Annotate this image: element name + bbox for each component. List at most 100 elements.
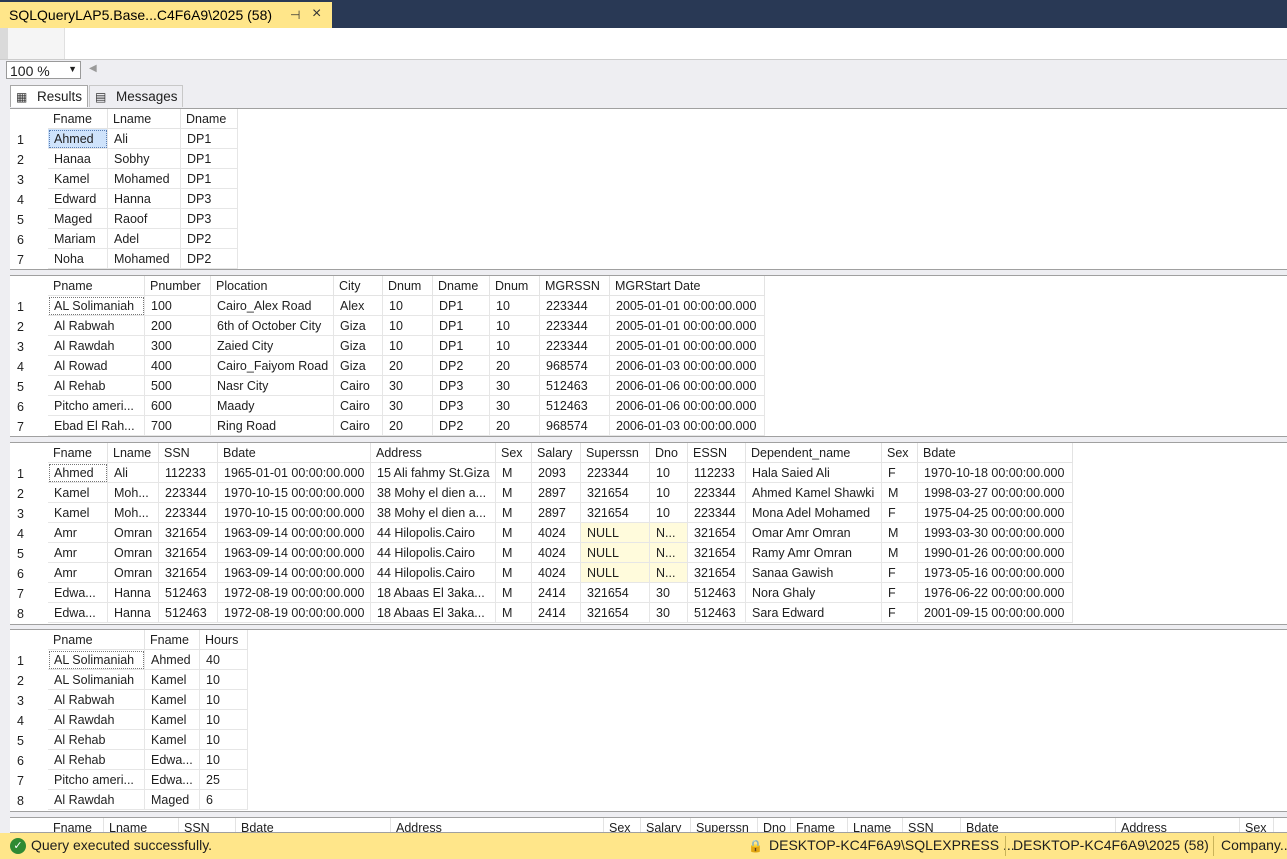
result-grid[interactable]: Fname Lname SSN Bdate Address Sex Salary Supers… — [10, 817, 1287, 833]
table-cell[interactable]: M — [882, 523, 918, 543]
table-cell[interactable]: 321654 — [581, 503, 650, 523]
table-cell[interactable]: Hanna — [108, 603, 159, 623]
column-header[interactable]: Bdate — [961, 818, 1116, 832]
table-cell[interactable]: 38 Mohy el dien a... — [371, 503, 496, 523]
column-header[interactable]: Dname — [433, 276, 490, 296]
table-cell[interactable]: Moh... — [108, 483, 159, 503]
table-cell[interactable]: 2006-01-06 00:00:00.000 — [610, 396, 765, 416]
result-grid[interactable]: Fname Lname SSN Bdate Address Sex Salary Supers… — [10, 442, 1287, 625]
row-number[interactable]: 7 — [10, 416, 47, 436]
table-cell[interactable]: 1970-10-18 00:00:00.000 — [918, 463, 1073, 483]
result-grid[interactable]: Pname Pnumber Plocation City Dnum Dname Dnum MG… — [10, 275, 1287, 437]
table-cell[interactable]: 30 — [650, 583, 688, 603]
table-cell[interactable]: F — [882, 463, 918, 483]
table-cell[interactable]: M — [882, 483, 918, 503]
table-cell[interactable]: 10 — [650, 483, 688, 503]
table-cell[interactable]: 512463 — [540, 376, 610, 396]
table-cell[interactable]: Noha — [48, 249, 108, 269]
table-cell[interactable]: Mariam — [48, 229, 108, 249]
table-cell[interactable]: Ramy Amr Omran — [746, 543, 882, 563]
table-cell[interactable]: Hala Saied Ali — [746, 463, 882, 483]
column-header[interactable]: Sex — [882, 443, 918, 463]
table-cell[interactable]: 20 — [490, 356, 540, 376]
table-cell[interactable]: Edwa... — [48, 583, 108, 603]
table-cell[interactable]: Alex — [334, 296, 383, 316]
column-header[interactable]: Lname — [108, 443, 159, 463]
table-cell[interactable]: 321654 — [159, 543, 218, 563]
table-cell[interactable]: Omran — [108, 543, 159, 563]
table-cell[interactable]: Sobhy — [108, 149, 181, 169]
table-cell[interactable]: 2005-01-01 00:00:00.000 — [610, 296, 765, 316]
table-cell[interactable]: NULL — [581, 563, 650, 583]
table-cell[interactable]: DP1 — [181, 169, 238, 189]
table-cell[interactable]: F — [882, 583, 918, 603]
table-cell[interactable]: Mona Adel Mohamed — [746, 503, 882, 523]
table-cell[interactable]: 1976-06-22 00:00:00.000 — [918, 583, 1073, 603]
table-cell[interactable]: 321654 — [159, 523, 218, 543]
table-cell[interactable]: 512463 — [159, 603, 218, 623]
table-cell[interactable]: 223344 — [688, 483, 746, 503]
table-cell[interactable]: 4024 — [532, 563, 581, 583]
table-cell[interactable]: 321654 — [581, 583, 650, 603]
table-cell[interactable]: Ahmed — [145, 650, 200, 670]
table-cell[interactable]: 321654 — [581, 483, 650, 503]
row-number[interactable]: 7 — [10, 583, 47, 603]
table-cell[interactable]: 512463 — [688, 603, 746, 623]
table-cell[interactable]: DP1 — [433, 296, 490, 316]
table-cell[interactable]: Cairo — [334, 416, 383, 436]
table-cell[interactable]: Pitcho ameri... — [48, 396, 145, 416]
table-cell[interactable]: 10 — [383, 336, 433, 356]
table-cell[interactable]: 30 — [383, 376, 433, 396]
column-header[interactable]: Superssn — [581, 443, 650, 463]
column-header[interactable]: Address — [371, 443, 496, 463]
table-cell[interactable]: Ali — [108, 129, 181, 149]
table-cell[interactable]: 20 — [490, 416, 540, 436]
table-cell[interactable]: 10 — [490, 336, 540, 356]
table-cell[interactable]: 15 Ali fahmy St.Giza — [371, 463, 496, 483]
table-cell[interactable]: Nora Ghaly — [746, 583, 882, 603]
table-cell[interactable]: Sanaa Gawish — [746, 563, 882, 583]
result-grid[interactable]: Fname Lname Dname 1 Ahmed Ali DP1 2 Hanaa Sobhy DP… — [10, 108, 1287, 270]
column-header[interactable]: Dnum — [383, 276, 433, 296]
table-cell[interactable]: Ahmed — [48, 463, 108, 483]
table-cell[interactable]: M — [496, 523, 532, 543]
table-cell[interactable]: DP2 — [433, 416, 490, 436]
table-cell[interactable]: 20 — [383, 416, 433, 436]
table-cell[interactable]: DP2 — [181, 229, 238, 249]
table-cell[interactable]: 40 — [200, 650, 248, 670]
result-grid[interactable]: Pname Fname Hours 1 AL Solimaniah Ahmed 40 2 AL … — [10, 629, 1287, 812]
table-cell[interactable]: Hanna — [108, 189, 181, 209]
table-cell[interactable]: 1990-01-26 00:00:00.000 — [918, 543, 1073, 563]
table-cell[interactable]: 18 Abaas El 3aka... — [371, 603, 496, 623]
table-cell[interactable]: AL Solimaniah — [48, 650, 145, 670]
table-cell[interactable]: Cairo — [334, 396, 383, 416]
column-header[interactable]: Sex — [604, 818, 641, 832]
table-cell[interactable]: 44 Hilopolis.Cairo — [371, 523, 496, 543]
table-cell[interactable]: 223344 — [540, 336, 610, 356]
zoom-select[interactable]: 100 % ▼ — [6, 61, 81, 79]
table-cell[interactable]: Maged — [48, 209, 108, 229]
table-cell[interactable]: Al Rawdah — [48, 710, 145, 730]
table-cell[interactable]: Adel — [108, 229, 181, 249]
table-cell[interactable]: Zaied City — [211, 336, 334, 356]
table-cell[interactable]: N... — [650, 523, 688, 543]
table-cell[interactable]: Pitcho ameri... — [48, 770, 145, 790]
table-cell[interactable]: 1972-08-19 00:00:00.000 — [218, 583, 371, 603]
table-cell[interactable]: Hanaa — [48, 149, 108, 169]
table-cell[interactable]: 10 — [650, 463, 688, 483]
table-cell[interactable]: Maady — [211, 396, 334, 416]
column-header[interactable]: Pname — [48, 276, 145, 296]
table-cell[interactable]: 1970-10-15 00:00:00.000 — [218, 483, 371, 503]
column-header[interactable]: Address — [391, 818, 604, 832]
table-cell[interactable]: 2005-01-01 00:00:00.000 — [610, 316, 765, 336]
row-number[interactable]: 2 — [10, 670, 47, 690]
query-document-tab[interactable]: SQLQueryLAP5.Base...C4F6A9\2025 (58) ⊣ × — [0, 2, 332, 28]
table-cell[interactable]: 100 — [145, 296, 211, 316]
table-cell[interactable]: DP1 — [181, 149, 238, 169]
table-cell[interactable]: F — [882, 503, 918, 523]
table-cell[interactable]: Kamel — [145, 730, 200, 750]
table-cell[interactable]: 321654 — [159, 563, 218, 583]
column-header[interactable]: SSN — [903, 818, 961, 832]
table-cell[interactable]: 300 — [145, 336, 211, 356]
row-number[interactable]: 7 — [10, 249, 47, 269]
